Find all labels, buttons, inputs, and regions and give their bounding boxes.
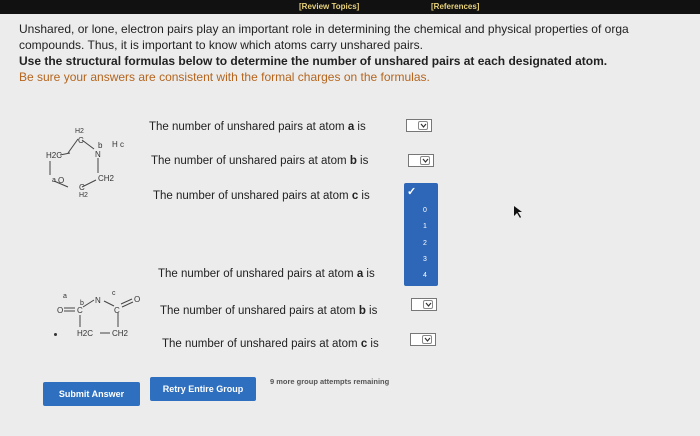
mouse-cursor-icon [514, 206, 522, 218]
mol1-question-b: The number of unshared pairs at atom b i… [151, 155, 368, 167]
mol1-label-hc: H c [112, 140, 124, 149]
instruction-line-4: Be sure your answers are consistent with… [19, 70, 430, 84]
mol1-label-c-top: C [78, 136, 84, 145]
mol1-question-a-text: The number of unshared pairs at atom [149, 121, 348, 133]
mol2-label-o-right: O [134, 295, 141, 304]
mol1-label-h2c: H2C [46, 151, 63, 160]
mol2-label-n: N [95, 296, 101, 305]
mol1-label-n: N [95, 150, 101, 159]
mol1-question-b-atom: b [349, 155, 357, 167]
chevron-down-icon [418, 121, 428, 130]
option-1[interactable]: 1 [418, 223, 432, 230]
option-3[interactable]: 3 [418, 256, 432, 263]
mol2-question-c-text: The number of unshared pairs at atom [162, 338, 361, 350]
chevron-down-icon [423, 300, 433, 309]
option-4[interactable]: 4 [418, 272, 432, 279]
mol2-question-a: The number of unshared pairs at atom a i… [158, 268, 400, 280]
references-link[interactable]: [References] [431, 2, 479, 11]
mol2-question-a-text: The number of unshared pairs at atom [158, 268, 357, 280]
chevron-down-icon [420, 156, 430, 165]
mol2-label-a: a [63, 293, 67, 300]
attempts-remaining-text: 9 more group attempts remaining [270, 377, 390, 386]
mol1-label-c-bottom: C [79, 183, 85, 192]
mol1-label-o: O [58, 176, 65, 185]
mol1-label-h2-bottom: H2 [79, 192, 88, 199]
instruction-line-3: Use the structural formulas below to det… [19, 54, 608, 68]
mol2-label-c-left: C [77, 306, 83, 315]
mol2-question-b-text: The number of unshared pairs at atom [160, 305, 359, 317]
mol2-label-c-right: C [114, 306, 120, 315]
mol1-atom-b-select[interactable] [408, 154, 434, 167]
top-bar: [Review Topics] [References] [0, 0, 700, 14]
checkmark-icon: ✓ [407, 186, 417, 198]
mol1-atom-c-select-open[interactable]: ✓ 0 1 2 3 4 [404, 183, 438, 286]
mol1-label-h2-top: H2 [75, 128, 84, 135]
mol1-question-a-suffix: is [354, 121, 366, 133]
submit-answer-button[interactable]: Submit Answer [43, 382, 140, 406]
mol2-label-c: c [112, 290, 116, 297]
retry-entire-group-button[interactable]: Retry Entire Group [150, 377, 256, 401]
instructions: Unshared, or lone, electron pairs play a… [19, 21, 699, 85]
mol2-question-c-suffix: is [367, 338, 379, 350]
mol1-atom-a-select[interactable] [406, 119, 432, 132]
mol2-atom-c-select[interactable] [410, 333, 436, 346]
mol2-label-ch2: CH2 [112, 329, 129, 338]
mol2-atom-b-select[interactable] [411, 298, 437, 311]
review-topics-link[interactable]: [Review Topics] [299, 2, 359, 11]
mol1-question-a: The number of unshared pairs at atom a i… [149, 121, 366, 133]
mol2-label-h2c: H2C [77, 329, 94, 338]
mol1-question-b-text: The number of unshared pairs at atom [151, 155, 350, 167]
mol2-question-a-suffix: is [363, 268, 375, 280]
chevron-down-icon [422, 335, 432, 344]
mol1-question-c: The number of unshared pairs at atom c i… [153, 190, 404, 202]
bullet-dot [54, 333, 57, 336]
instruction-line-1: Unshared, or lone, electron pairs play a… [19, 22, 629, 36]
mol2-question-b-atom: b [358, 305, 366, 317]
mol1-question-c-text: The number of unshared pairs at atom [153, 190, 352, 202]
mol2-question-b: The number of unshared pairs at atom b i… [160, 305, 377, 317]
mol2-question-c: The number of unshared pairs at atom c i… [162, 338, 379, 350]
option-2[interactable]: 2 [418, 240, 432, 247]
mol1-question-b-suffix: is [356, 155, 369, 167]
mol2-question-b-suffix: is [365, 305, 378, 317]
instruction-line-2: compounds. Thus, it is important to know… [19, 38, 423, 52]
mol1-label-b: b [98, 141, 103, 150]
mol1-label-ch2: CH2 [98, 174, 115, 183]
mol1-question-c-suffix: is [358, 190, 370, 202]
option-0[interactable]: 0 [418, 207, 432, 214]
mol1-label-a: a [52, 177, 56, 184]
mol2-label-o-left: O [57, 306, 64, 315]
